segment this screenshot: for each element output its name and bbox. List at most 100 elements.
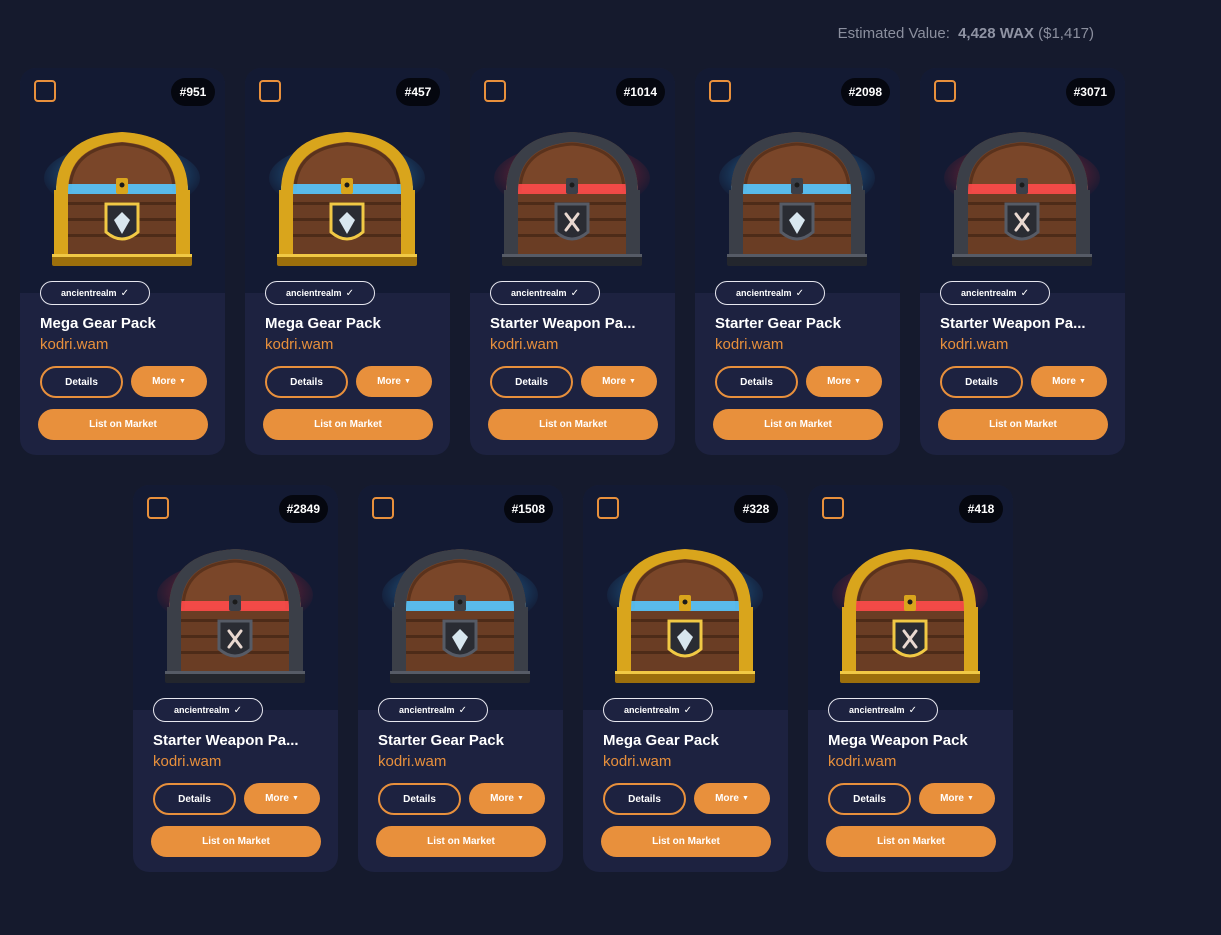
more-button-label: More: [490, 793, 514, 804]
list-on-market-label: List on Market: [989, 419, 1057, 430]
list-on-market-button[interactable]: List on Market: [826, 826, 996, 857]
collection-badge[interactable]: ancientrealm ✓: [715, 281, 825, 305]
pack-chest-image[interactable]: [261, 108, 433, 280]
asset-card: #457 ancientrealm ✓ Mega Gear Pack kodri…: [245, 68, 450, 455]
asset-name: Starter Gear Pack: [715, 315, 841, 332]
owner-link[interactable]: kodri.wam: [715, 336, 783, 353]
verified-check-icon: ✓: [1020, 287, 1029, 299]
verified-check-icon: ✓: [120, 287, 129, 299]
verified-check-icon: ✓: [345, 287, 354, 299]
more-button[interactable]: More ▼: [919, 783, 995, 814]
pack-chest-image[interactable]: [486, 108, 658, 280]
verified-check-icon: ✓: [908, 704, 917, 716]
list-on-market-button[interactable]: List on Market: [713, 409, 883, 440]
list-on-market-button[interactable]: List on Market: [38, 409, 208, 440]
details-button[interactable]: Details: [40, 366, 123, 398]
more-button[interactable]: More ▼: [131, 366, 207, 397]
owner-link[interactable]: kodri.wam: [265, 336, 333, 353]
pack-chest-image[interactable]: [711, 108, 883, 280]
details-button[interactable]: Details: [828, 783, 911, 815]
collection-name: ancientrealm: [511, 288, 567, 298]
details-button[interactable]: Details: [153, 783, 236, 815]
owner-link[interactable]: kodri.wam: [153, 753, 221, 770]
more-button[interactable]: More ▼: [356, 366, 432, 397]
collection-badge[interactable]: ancientrealm ✓: [603, 698, 713, 722]
details-button[interactable]: Details: [715, 366, 798, 398]
more-button[interactable]: More ▼: [469, 783, 545, 814]
asset-name: Starter Weapon Pa...: [153, 732, 299, 749]
list-on-market-label: List on Market: [314, 419, 382, 430]
caret-down-icon: ▼: [291, 795, 299, 802]
collection-badge[interactable]: ancientrealm ✓: [153, 698, 263, 722]
more-button-label: More: [152, 376, 176, 387]
pack-chest-image[interactable]: [149, 525, 321, 697]
pack-chest-image[interactable]: [374, 525, 546, 697]
caret-down-icon: ▼: [516, 795, 524, 802]
list-on-market-button[interactable]: List on Market: [601, 826, 771, 857]
collection-badge[interactable]: ancientrealm ✓: [40, 281, 150, 305]
collection-badge[interactable]: ancientrealm ✓: [490, 281, 600, 305]
details-button-label: Details: [515, 376, 548, 388]
asset-card: #328 ancientrealm ✓ Mega Gear Pack kodri…: [583, 485, 788, 872]
collection-name: ancientrealm: [624, 705, 680, 715]
select-checkbox[interactable]: [934, 80, 956, 102]
owner-link[interactable]: kodri.wam: [828, 753, 896, 770]
asset-card: #2849 ancientrealm ✓ Starter Weapon Pa..…: [133, 485, 338, 872]
verified-check-icon: ✓: [570, 287, 579, 299]
details-button[interactable]: Details: [940, 366, 1023, 398]
select-checkbox[interactable]: [822, 497, 844, 519]
select-checkbox[interactable]: [259, 80, 281, 102]
list-on-market-button[interactable]: List on Market: [376, 826, 546, 857]
asset-card: #418 ancientrealm ✓ Mega Weapon Pack kod…: [808, 485, 1013, 872]
mint-number-badge: #457: [396, 78, 440, 106]
collection-badge[interactable]: ancientrealm ✓: [265, 281, 375, 305]
list-on-market-label: List on Market: [877, 836, 945, 847]
pack-chest-image[interactable]: [599, 525, 771, 697]
pack-chest-image[interactable]: [36, 108, 208, 280]
list-on-market-button[interactable]: List on Market: [263, 409, 433, 440]
more-button-label: More: [377, 376, 401, 387]
select-checkbox[interactable]: [372, 497, 394, 519]
collection-badge[interactable]: ancientrealm ✓: [378, 698, 488, 722]
asset-name: Mega Gear Pack: [265, 315, 381, 332]
asset-name: Mega Gear Pack: [603, 732, 719, 749]
collection-badge[interactable]: ancientrealm ✓: [940, 281, 1050, 305]
owner-link[interactable]: kodri.wam: [490, 336, 558, 353]
verified-check-icon: ✓: [458, 704, 467, 716]
list-on-market-label: List on Market: [652, 836, 720, 847]
more-button-label: More: [827, 376, 851, 387]
asset-name: Starter Weapon Pa...: [490, 315, 636, 332]
more-button[interactable]: More ▼: [1031, 366, 1107, 397]
verified-check-icon: ✓: [233, 704, 242, 716]
more-button[interactable]: More ▼: [244, 783, 320, 814]
details-button[interactable]: Details: [265, 366, 348, 398]
details-button[interactable]: Details: [603, 783, 686, 815]
list-on-market-label: List on Market: [427, 836, 495, 847]
list-on-market-button[interactable]: List on Market: [938, 409, 1108, 440]
caret-down-icon: ▼: [741, 795, 749, 802]
details-button[interactable]: Details: [490, 366, 573, 398]
pack-chest-image[interactable]: [824, 525, 996, 697]
list-on-market-button[interactable]: List on Market: [151, 826, 321, 857]
more-button[interactable]: More ▼: [806, 366, 882, 397]
more-button[interactable]: More ▼: [694, 783, 770, 814]
list-on-market-button[interactable]: List on Market: [488, 409, 658, 440]
select-checkbox[interactable]: [597, 497, 619, 519]
asset-card: #3071 ancientrealm ✓ Starter Weapon Pa..…: [920, 68, 1125, 455]
pack-chest-image[interactable]: [936, 108, 1108, 280]
collection-badge[interactable]: ancientrealm ✓: [828, 698, 938, 722]
more-button[interactable]: More ▼: [581, 366, 657, 397]
select-checkbox[interactable]: [147, 497, 169, 519]
details-button[interactable]: Details: [378, 783, 461, 815]
select-checkbox[interactable]: [484, 80, 506, 102]
owner-link[interactable]: kodri.wam: [940, 336, 1008, 353]
owner-link[interactable]: kodri.wam: [603, 753, 671, 770]
select-checkbox[interactable]: [709, 80, 731, 102]
owner-link[interactable]: kodri.wam: [40, 336, 108, 353]
asset-card: #1014 ancientrealm ✓ Starter Weapon Pa..…: [470, 68, 675, 455]
select-checkbox[interactable]: [34, 80, 56, 102]
owner-link[interactable]: kodri.wam: [378, 753, 446, 770]
details-button-label: Details: [290, 376, 323, 388]
asset-card: #951 ancientrealm ✓ Mega Gear Pack kodri…: [20, 68, 225, 455]
asset-name: Starter Weapon Pa...: [940, 315, 1086, 332]
